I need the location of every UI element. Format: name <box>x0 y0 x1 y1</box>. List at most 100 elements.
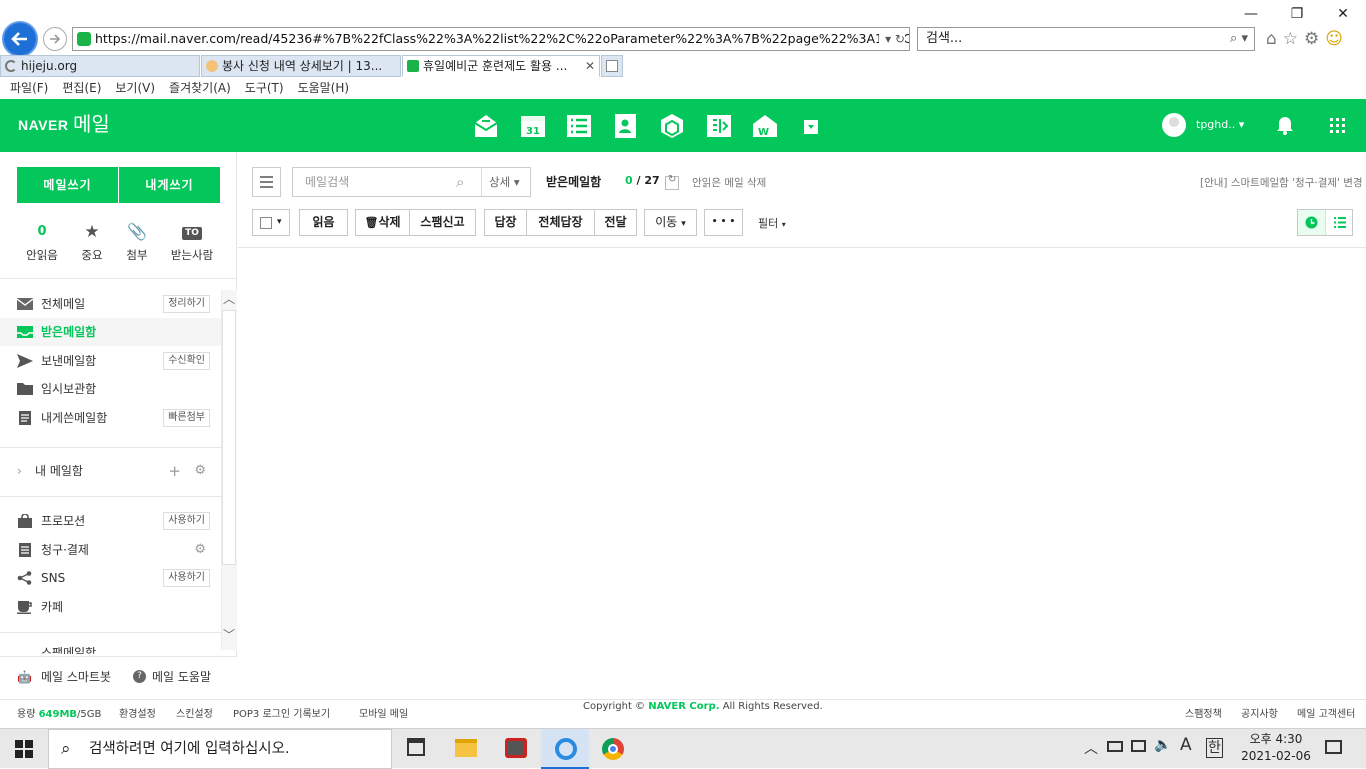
works-app-icon[interactable]: W <box>752 113 778 139</box>
footer-link-notice[interactable]: 공지사항 <box>1241 700 1278 730</box>
notice-link[interactable]: [안내] 스마트메일함 '청구·결제' 변경 <box>1200 175 1363 190</box>
more-apps-dropdown-icon[interactable] <box>804 120 818 134</box>
close-window-button[interactable]: ✕ <box>1320 0 1366 28</box>
favorites-star-icon[interactable]: ☆ <box>1283 29 1298 49</box>
new-tab-button[interactable] <box>601 55 623 77</box>
restore-button[interactable]: ❐ <box>1274 0 1320 28</box>
mail-search-box[interactable]: 메일검색 ⌕ 상세 ▾ <box>292 167 531 197</box>
tab-naver-mail[interactable]: 휴일예비군 훈련제도 활용 ... ✕ <box>402 55 600 77</box>
reply-all-button[interactable]: 전체답장 <box>526 209 595 236</box>
add-mailbox-icon[interactable]: + <box>168 457 181 485</box>
network-icon[interactable] <box>1131 740 1146 752</box>
notification-icon[interactable] <box>1325 740 1342 754</box>
delete-button[interactable]: 🗑삭제 <box>355 209 410 236</box>
chrome-icon[interactable] <box>602 738 624 760</box>
search-icon[interactable]: ⌕ ▾ <box>1230 28 1248 50</box>
menu-favorites[interactable]: 즐겨찾기(A) <box>169 78 231 99</box>
quick-unread[interactable]: 0 안읽음 <box>14 222 70 263</box>
windows-start-icon[interactable] <box>15 740 33 758</box>
menu-tools[interactable]: 도구(T) <box>245 78 284 99</box>
bell-icon[interactable] <box>1276 115 1294 135</box>
back-button[interactable] <box>2 21 38 57</box>
folder-cafe[interactable]: 카페 <box>0 593 221 621</box>
volume-muted-icon[interactable]: 🔈 <box>1154 737 1171 753</box>
hamburger-menu-button[interactable] <box>252 167 281 197</box>
gear-icon[interactable]: ⚙ <box>194 457 206 485</box>
box-app-icon[interactable] <box>659 113 685 139</box>
file-explorer-icon[interactable] <box>455 739 477 757</box>
ime-mode[interactable]: A <box>1180 735 1192 755</box>
minimize-button[interactable]: — <box>1228 0 1274 28</box>
mail-app-icon[interactable] <box>473 113 499 139</box>
folder-all-mail[interactable]: 전체메일 정리하기 <box>0 290 221 318</box>
footer-link-pop3[interactable]: POP3 로그인 기록보기 <box>233 700 330 730</box>
write-to-me-button[interactable]: 내게쓰기 <box>119 167 220 203</box>
tray-chevron-icon[interactable]: ︿ <box>1084 738 1098 758</box>
quick-attach-button[interactable]: 빠른첨부 <box>163 409 210 427</box>
folder-drafts[interactable]: 임시보관함 <box>0 375 221 403</box>
mail-service-logo[interactable]: 메일 <box>73 111 110 137</box>
list-app-icon[interactable] <box>566 113 592 139</box>
organize-button[interactable]: 정리하기 <box>163 295 210 313</box>
smiley-icon[interactable]: ☺ <box>1325 29 1343 49</box>
move-dropdown[interactable]: 이동 ▾ <box>644 209 697 236</box>
use-button[interactable]: 사용하기 <box>163 569 210 587</box>
forward-button[interactable]: 전달 <box>594 209 637 236</box>
search-icon[interactable]: ⌕ <box>456 168 464 196</box>
tab-hijeju[interactable]: hijeju.org <box>0 55 200 77</box>
list-view-button[interactable] <box>1325 210 1352 235</box>
forward-button[interactable] <box>43 27 67 51</box>
footer-link-skin[interactable]: 스킨설정 <box>176 700 213 730</box>
memo-app-icon[interactable] <box>706 113 732 139</box>
address-tools[interactable]: ▾ ↻ <box>879 28 905 50</box>
browser-search-box[interactable]: 검색... ⌕ ▾ <box>917 27 1255 51</box>
menu-help[interactable]: 도움말(H) <box>298 78 350 99</box>
filter-dropdown[interactable]: 필터 ▾ <box>758 215 786 231</box>
quick-attachment[interactable]: 📎 첨부 <box>109 222 165 263</box>
task-view-icon[interactable] <box>407 738 425 756</box>
gear-icon[interactable]: ⚙ <box>194 536 206 564</box>
folder-sent[interactable]: 보낸메일함 수신확인 <box>0 347 221 375</box>
folder-sns[interactable]: SNS 사용하기 <box>0 564 221 592</box>
read-receipt-button[interactable]: 수신확인 <box>163 352 210 370</box>
home-icon[interactable]: ⌂ <box>1266 29 1277 49</box>
smartbot-link[interactable]: 메일 스마트봇 <box>41 657 111 697</box>
copyright-company[interactable]: NAVER Corp. <box>648 701 719 712</box>
scroll-down-icon[interactable]: ﹀ <box>223 626 235 643</box>
taskbar-search-box[interactable]: ⌕ 검색하려면 여기에 입력하십시오. <box>48 729 392 769</box>
menu-file[interactable]: 파일(F) <box>10 78 48 99</box>
contacts-app-icon[interactable] <box>612 113 638 139</box>
tab-volunteer[interactable]: 봉사 신청 내역 상세보기 | 13... <box>201 55 401 77</box>
select-all-checkbox[interactable]: ▾ <box>252 209 290 236</box>
more-options-button[interactable]: • • • <box>704 209 743 236</box>
scroll-up-icon[interactable]: ︿ <box>223 290 235 307</box>
close-tab-icon[interactable]: ✕ <box>585 56 595 76</box>
settings-gear-icon[interactable]: ⚙ <box>1304 29 1319 49</box>
reply-button[interactable]: 답장 <box>484 209 527 236</box>
quick-recipient[interactable]: TO 받는사람 <box>164 222 220 263</box>
write-mail-button[interactable]: 메일쓰기 <box>17 167 118 203</box>
use-button[interactable]: 사용하기 <box>163 512 210 530</box>
scroll-thumb[interactable] <box>222 310 236 565</box>
naver-logo[interactable]: NAVER <box>18 113 68 137</box>
system-clock[interactable]: 오후 4:30 2021-02-06 <box>1236 731 1316 765</box>
time-view-button[interactable] <box>1298 210 1325 235</box>
folder-inbox[interactable]: 받은메일함 <box>0 318 221 346</box>
footer-link-mobile[interactable]: 모바일 메일 <box>359 700 408 730</box>
app-grid-icon[interactable] <box>1329 117 1347 135</box>
spam-report-button[interactable]: 스팸신고 <box>409 209 476 236</box>
folder-billing[interactable]: 청구·결제 ⚙ <box>0 536 221 564</box>
footer-link-spam-policy[interactable]: 스팸정책 <box>1185 700 1222 730</box>
menu-edit[interactable]: 편집(E) <box>62 78 101 99</box>
app-icon[interactable] <box>505 738 527 758</box>
ime-language[interactable]: 한 <box>1206 738 1223 758</box>
help-link[interactable]: 메일 도움말 <box>152 657 211 697</box>
advanced-search-button[interactable]: 상세 ▾ <box>489 168 520 196</box>
calendar-app-icon[interactable]: 31 <box>520 113 546 139</box>
partial-spam-folder[interactable]: 스팸메일함 <box>0 642 221 654</box>
username[interactable]: tpghd.. ▾ <box>1196 117 1244 133</box>
internet-explorer-icon[interactable] <box>541 729 589 769</box>
menu-view[interactable]: 보기(V) <box>115 78 155 99</box>
footer-link-settings[interactable]: 환경설정 <box>119 700 156 730</box>
address-bar[interactable]: https://mail.naver.com/read/45236#%7B%22… <box>72 27 910 51</box>
